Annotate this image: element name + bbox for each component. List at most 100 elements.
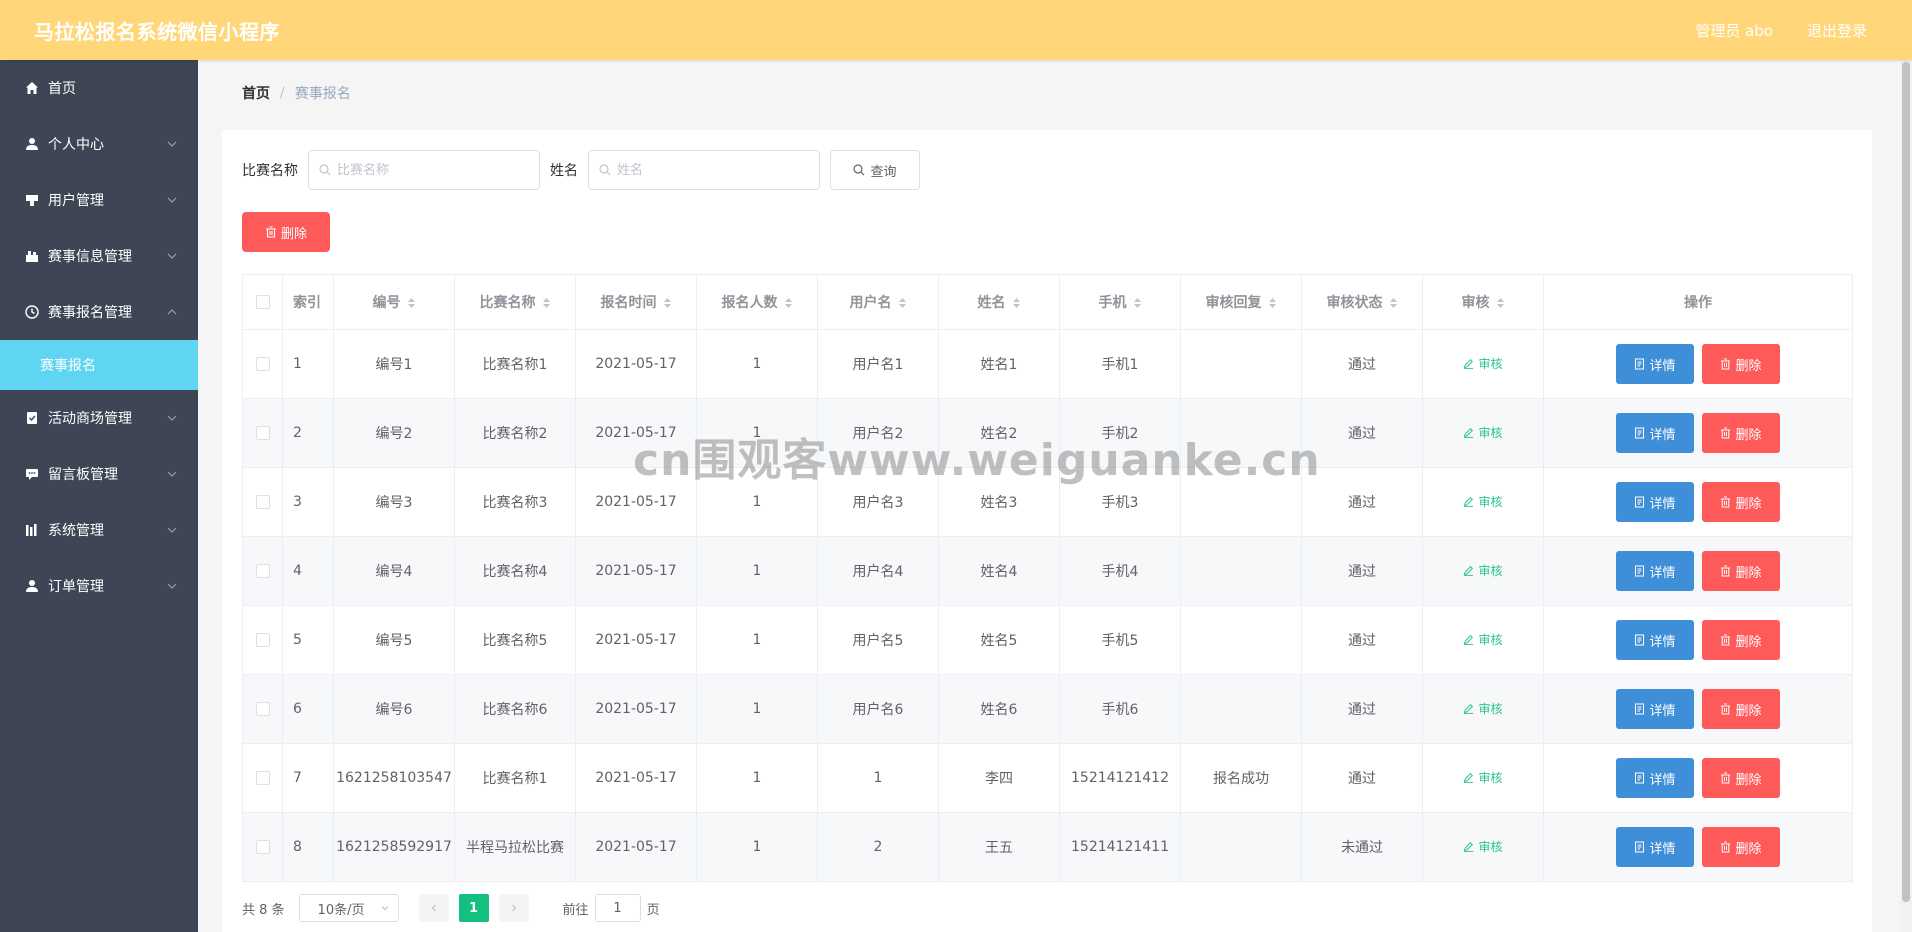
- row-delete-button[interactable]: 删除: [1702, 482, 1780, 522]
- goto-page-input[interactable]: [594, 894, 641, 922]
- detail-button-label: 详情: [1649, 634, 1676, 650]
- row-delete-button[interactable]: 删除: [1702, 551, 1780, 591]
- table-row: 7 1621258103547 比赛名称1 2021-05-17 1 1 李四 1521412…: [242, 743, 1853, 813]
- sort-icon[interactable]: [663, 297, 672, 309]
- logout-link[interactable]: 退出登录: [1807, 20, 1867, 41]
- col-header-reg-time[interactable]: 报名时间: [575, 274, 697, 330]
- detail-button[interactable]: 详情: [1616, 413, 1694, 453]
- chevron-down-icon: [167, 471, 177, 477]
- audit-link[interactable]: 审核: [1463, 769, 1503, 786]
- detail-button-label: 详情: [1649, 772, 1676, 788]
- row-checkbox[interactable]: [255, 840, 270, 854]
- col-header-audit-reply[interactable]: 审核回复: [1180, 274, 1302, 330]
- col-header-code[interactable]: 编号: [333, 274, 455, 330]
- row-checkbox[interactable]: [255, 564, 270, 578]
- clock-icon: [24, 304, 40, 320]
- query-button[interactable]: 查询: [830, 150, 920, 190]
- sidebar-item-orders[interactable]: 订单管理: [0, 558, 198, 614]
- audit-link[interactable]: 审核: [1463, 562, 1503, 579]
- sidebar-subitem-event-registration[interactable]: 赛事报名: [0, 340, 198, 390]
- sidebar-item-event-registration[interactable]: 赛事报名管理: [0, 284, 198, 340]
- sort-icon[interactable]: [1012, 297, 1021, 309]
- phone-cell: 手机6: [1059, 674, 1181, 744]
- col-header-username[interactable]: 用户名: [817, 274, 939, 330]
- username-cell: 用户名1: [817, 329, 939, 399]
- sidebar-item-message-board[interactable]: 留言板管理: [0, 446, 198, 502]
- sort-icon[interactable]: [898, 297, 907, 309]
- page-size-select[interactable]: 10条/页: [298, 894, 399, 922]
- audit-link[interactable]: 审核: [1463, 631, 1503, 648]
- detail-button[interactable]: 详情: [1616, 620, 1694, 660]
- sidebar-item-activity-shop[interactable]: 活动商场管理: [0, 390, 198, 446]
- sort-icon[interactable]: [1389, 297, 1398, 309]
- row-checkbox[interactable]: [255, 702, 270, 716]
- row-checkbox[interactable]: [255, 357, 270, 371]
- detail-button[interactable]: 详情: [1616, 758, 1694, 798]
- sort-icon[interactable]: [784, 297, 793, 309]
- scrollbar-thumb[interactable]: [1902, 62, 1910, 902]
- prev-page-button[interactable]: [418, 894, 449, 922]
- row-delete-button[interactable]: 删除: [1702, 344, 1780, 384]
- detail-button[interactable]: 详情: [1616, 551, 1694, 591]
- row-delete-label: 删除: [1735, 634, 1762, 650]
- col-header-audit[interactable]: 审核: [1422, 274, 1544, 330]
- sort-icon[interactable]: [542, 297, 551, 309]
- row-delete-button[interactable]: 删除: [1702, 758, 1780, 798]
- edit-icon: [1464, 358, 1474, 369]
- batch-delete-button[interactable]: 删除: [242, 212, 330, 252]
- audit-link[interactable]: 审核: [1463, 700, 1503, 717]
- row-delete-button[interactable]: 删除: [1702, 413, 1780, 453]
- detail-button[interactable]: 详情: [1616, 344, 1694, 384]
- sidebar-item-system[interactable]: 系统管理: [0, 502, 198, 558]
- row-checkbox[interactable]: [255, 495, 270, 509]
- page-number-current[interactable]: 1: [458, 894, 489, 922]
- row-delete-button[interactable]: 删除: [1702, 620, 1780, 660]
- row-checkbox[interactable]: [255, 771, 270, 785]
- event-icon: [24, 248, 40, 264]
- col-header-audit-status[interactable]: 审核状态: [1301, 274, 1423, 330]
- sidebar-item-home[interactable]: 首页: [0, 60, 198, 116]
- col-header-name[interactable]: 姓名: [938, 274, 1060, 330]
- detail-button[interactable]: 详情: [1616, 827, 1694, 867]
- row-select-cell: [242, 605, 283, 675]
- row-delete-label: 删除: [1735, 496, 1762, 512]
- row-delete-button[interactable]: 删除: [1702, 827, 1780, 867]
- document-icon: [1635, 427, 1645, 439]
- users-icon: [24, 192, 40, 208]
- reg-time-cell: 2021-05-17: [575, 674, 697, 744]
- content-panel: 比赛名称 姓名 查询 删除: [222, 130, 1872, 932]
- row-delete-button[interactable]: 删除: [1702, 689, 1780, 729]
- sidebar-item-personal-center[interactable]: 个人中心: [0, 116, 198, 172]
- detail-button[interactable]: 详情: [1616, 689, 1694, 729]
- audit-link[interactable]: 审核: [1463, 838, 1503, 855]
- match-name-input[interactable]: [337, 162, 527, 178]
- detail-button-label: 详情: [1649, 496, 1676, 512]
- sort-icon[interactable]: [1268, 297, 1277, 309]
- page-scrollbar[interactable]: [1900, 60, 1912, 932]
- row-checkbox[interactable]: [255, 633, 270, 647]
- row-select-cell: [242, 743, 283, 813]
- detail-button[interactable]: 详情: [1616, 482, 1694, 522]
- row-checkbox[interactable]: [255, 426, 270, 440]
- sort-icon[interactable]: [1496, 297, 1505, 309]
- code-cell: 编号3: [333, 467, 455, 537]
- sort-icon[interactable]: [1133, 297, 1142, 309]
- phone-cell: 手机5: [1059, 605, 1181, 675]
- col-header-phone[interactable]: 手机: [1059, 274, 1181, 330]
- admin-user-label[interactable]: 管理员 abo: [1695, 20, 1773, 41]
- audit-link[interactable]: 审核: [1463, 355, 1503, 372]
- col-header-reg-count[interactable]: 报名人数: [696, 274, 818, 330]
- phone-cell: 手机4: [1059, 536, 1181, 606]
- reg-time-cell: 2021-05-17: [575, 812, 697, 882]
- audit-link[interactable]: 审核: [1463, 493, 1503, 510]
- sort-icon[interactable]: [407, 297, 416, 309]
- breadcrumb-home[interactable]: 首页: [242, 83, 270, 103]
- sidebar-item-event-info[interactable]: 赛事信息管理: [0, 228, 198, 284]
- select-all-checkbox[interactable]: [255, 295, 270, 309]
- audit-link-label: 审核: [1478, 357, 1503, 371]
- col-header-match-name[interactable]: 比赛名称: [454, 274, 576, 330]
- sidebar-item-user-management[interactable]: 用户管理: [0, 172, 198, 228]
- name-input[interactable]: [617, 162, 807, 178]
- audit-link[interactable]: 审核: [1463, 424, 1503, 441]
- next-page-button[interactable]: [498, 894, 529, 922]
